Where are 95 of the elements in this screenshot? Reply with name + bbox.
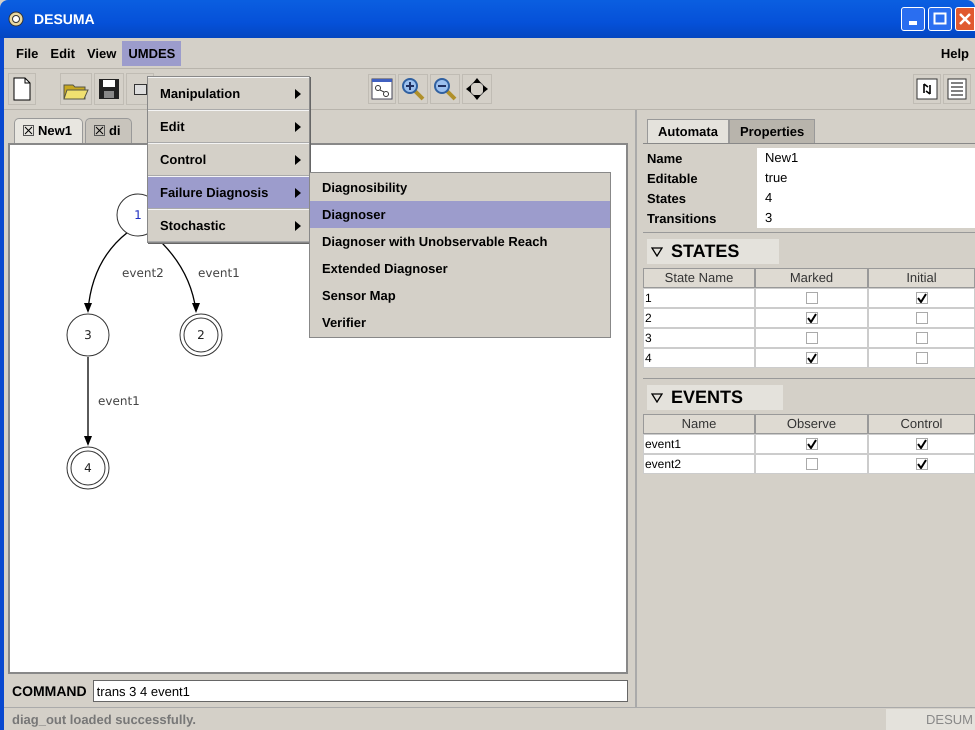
checkbox[interactable] <box>806 332 818 344</box>
menu-item[interactable]: Failure Diagnosis <box>148 176 309 209</box>
zoom-out-icon <box>433 77 457 101</box>
checkbox[interactable] <box>916 438 928 450</box>
checkbox[interactable] <box>916 312 928 324</box>
table-cell: event2 <box>643 454 755 474</box>
property-value: 4 <box>757 188 975 208</box>
list-icon <box>946 78 968 100</box>
table-cell: 4 <box>643 348 755 368</box>
checkbox[interactable] <box>806 312 818 324</box>
column-header[interactable]: Initial <box>868 268 975 288</box>
graph-icon <box>371 78 393 100</box>
column-header[interactable]: Marked <box>755 268 868 288</box>
property-value: 3 <box>757 208 975 228</box>
editor-tab[interactable]: New1 <box>14 118 83 143</box>
menu-item[interactable]: Diagnosibility <box>310 174 610 201</box>
menu-item[interactable]: Manipulation <box>148 77 309 110</box>
maximize-button[interactable] <box>928 7 952 31</box>
column-header[interactable]: State Name <box>643 268 755 288</box>
submenu-arrow-icon <box>295 220 301 230</box>
close-button[interactable] <box>955 7 975 31</box>
property-name: Transitions <box>646 210 718 226</box>
property-name: States <box>646 190 688 206</box>
checkbox[interactable] <box>806 458 818 470</box>
property-value: true <box>757 168 975 188</box>
submenu-arrow-icon <box>295 122 301 132</box>
graph-layout-button[interactable] <box>368 74 396 104</box>
table-cell: event1 <box>643 434 755 454</box>
section-header[interactable]: EVENTS <box>647 385 784 410</box>
submenu-arrow-icon <box>295 154 301 164</box>
panel-tab[interactable]: Properties <box>728 119 816 143</box>
menu-item[interactable]: Edit <box>44 40 81 66</box>
command-field[interactable]: trans 3 4 event1 <box>92 680 628 702</box>
status-label: DESUM <box>886 708 975 730</box>
swap-button[interactable] <box>913 74 941 104</box>
menu-item[interactable]: Extended Diagnoser <box>310 255 610 282</box>
column-header[interactable]: Observe <box>755 414 868 434</box>
checkbox[interactable] <box>916 352 928 364</box>
collapse-triangle-icon <box>651 392 663 402</box>
submenu-arrow-icon <box>295 88 301 98</box>
menu-item[interactable]: Verifier <box>310 309 610 336</box>
menu-item[interactable]: Help <box>934 40 975 66</box>
move-button[interactable] <box>462 74 492 104</box>
minimize-button[interactable] <box>901 7 925 31</box>
state-node: 3 <box>66 314 110 356</box>
save-button[interactable] <box>94 73 124 105</box>
close-tab-icon[interactable] <box>94 125 105 136</box>
menu-item[interactable]: File <box>10 40 44 66</box>
menu-item[interactable]: View <box>80 40 122 66</box>
collapse-triangle-icon <box>651 246 663 256</box>
window-title: DESUMA <box>34 11 95 27</box>
column-header[interactable]: Name <box>643 414 755 434</box>
close-tab-icon[interactable] <box>23 125 34 136</box>
list-button[interactable] <box>943 74 971 104</box>
state-node: 2 <box>180 314 222 356</box>
move-arrows-icon <box>465 77 489 101</box>
app-icon <box>8 11 24 27</box>
document-icon <box>12 77 32 101</box>
checkbox[interactable] <box>806 352 818 364</box>
open-folder-button[interactable] <box>60 73 92 105</box>
minimize-icon <box>909 21 917 25</box>
property-name: Editable <box>646 170 699 186</box>
close-icon <box>958 12 972 26</box>
status-message: diag_out loaded successfully. <box>11 712 196 726</box>
zoom-out-button[interactable] <box>430 74 460 104</box>
transition-label: event2 <box>122 266 164 280</box>
menu-item[interactable]: Edit <box>148 110 309 143</box>
editor-tab[interactable]: di <box>84 118 132 143</box>
menu-item[interactable]: Stochastic <box>148 209 309 242</box>
submenu-arrow-icon <box>295 188 301 198</box>
checkbox[interactable] <box>916 292 928 304</box>
transition-label: event1 <box>198 266 240 280</box>
menu-item[interactable]: UMDES <box>122 40 182 66</box>
menu-item[interactable]: Diagnoser with Unobservable Reach <box>310 228 610 255</box>
menu-item[interactable]: Diagnoser <box>310 201 610 228</box>
checkbox[interactable] <box>916 332 928 344</box>
zoom-in-button[interactable] <box>398 74 428 104</box>
checkbox[interactable] <box>806 292 818 304</box>
transition-label: event1 <box>98 394 140 408</box>
state-node: 4 <box>66 446 110 490</box>
checkbox[interactable] <box>916 458 928 470</box>
table-cell: 1 <box>643 288 755 308</box>
table-cell: 2 <box>643 308 755 328</box>
menu-item[interactable]: Sensor Map <box>310 282 610 309</box>
maximize-icon <box>933 12 947 26</box>
zoom-in-icon <box>401 77 425 101</box>
property-value: New1 <box>757 148 975 168</box>
column-header[interactable]: Control <box>868 414 975 434</box>
command-label: COMMAND <box>12 683 87 699</box>
new-file-button[interactable] <box>8 73 36 105</box>
checkbox[interactable] <box>806 438 818 450</box>
panel-tab[interactable]: Automata <box>647 119 729 143</box>
property-name: Name <box>646 150 684 166</box>
table-cell: 3 <box>643 328 755 348</box>
section-header[interactable]: STATES <box>647 239 780 264</box>
